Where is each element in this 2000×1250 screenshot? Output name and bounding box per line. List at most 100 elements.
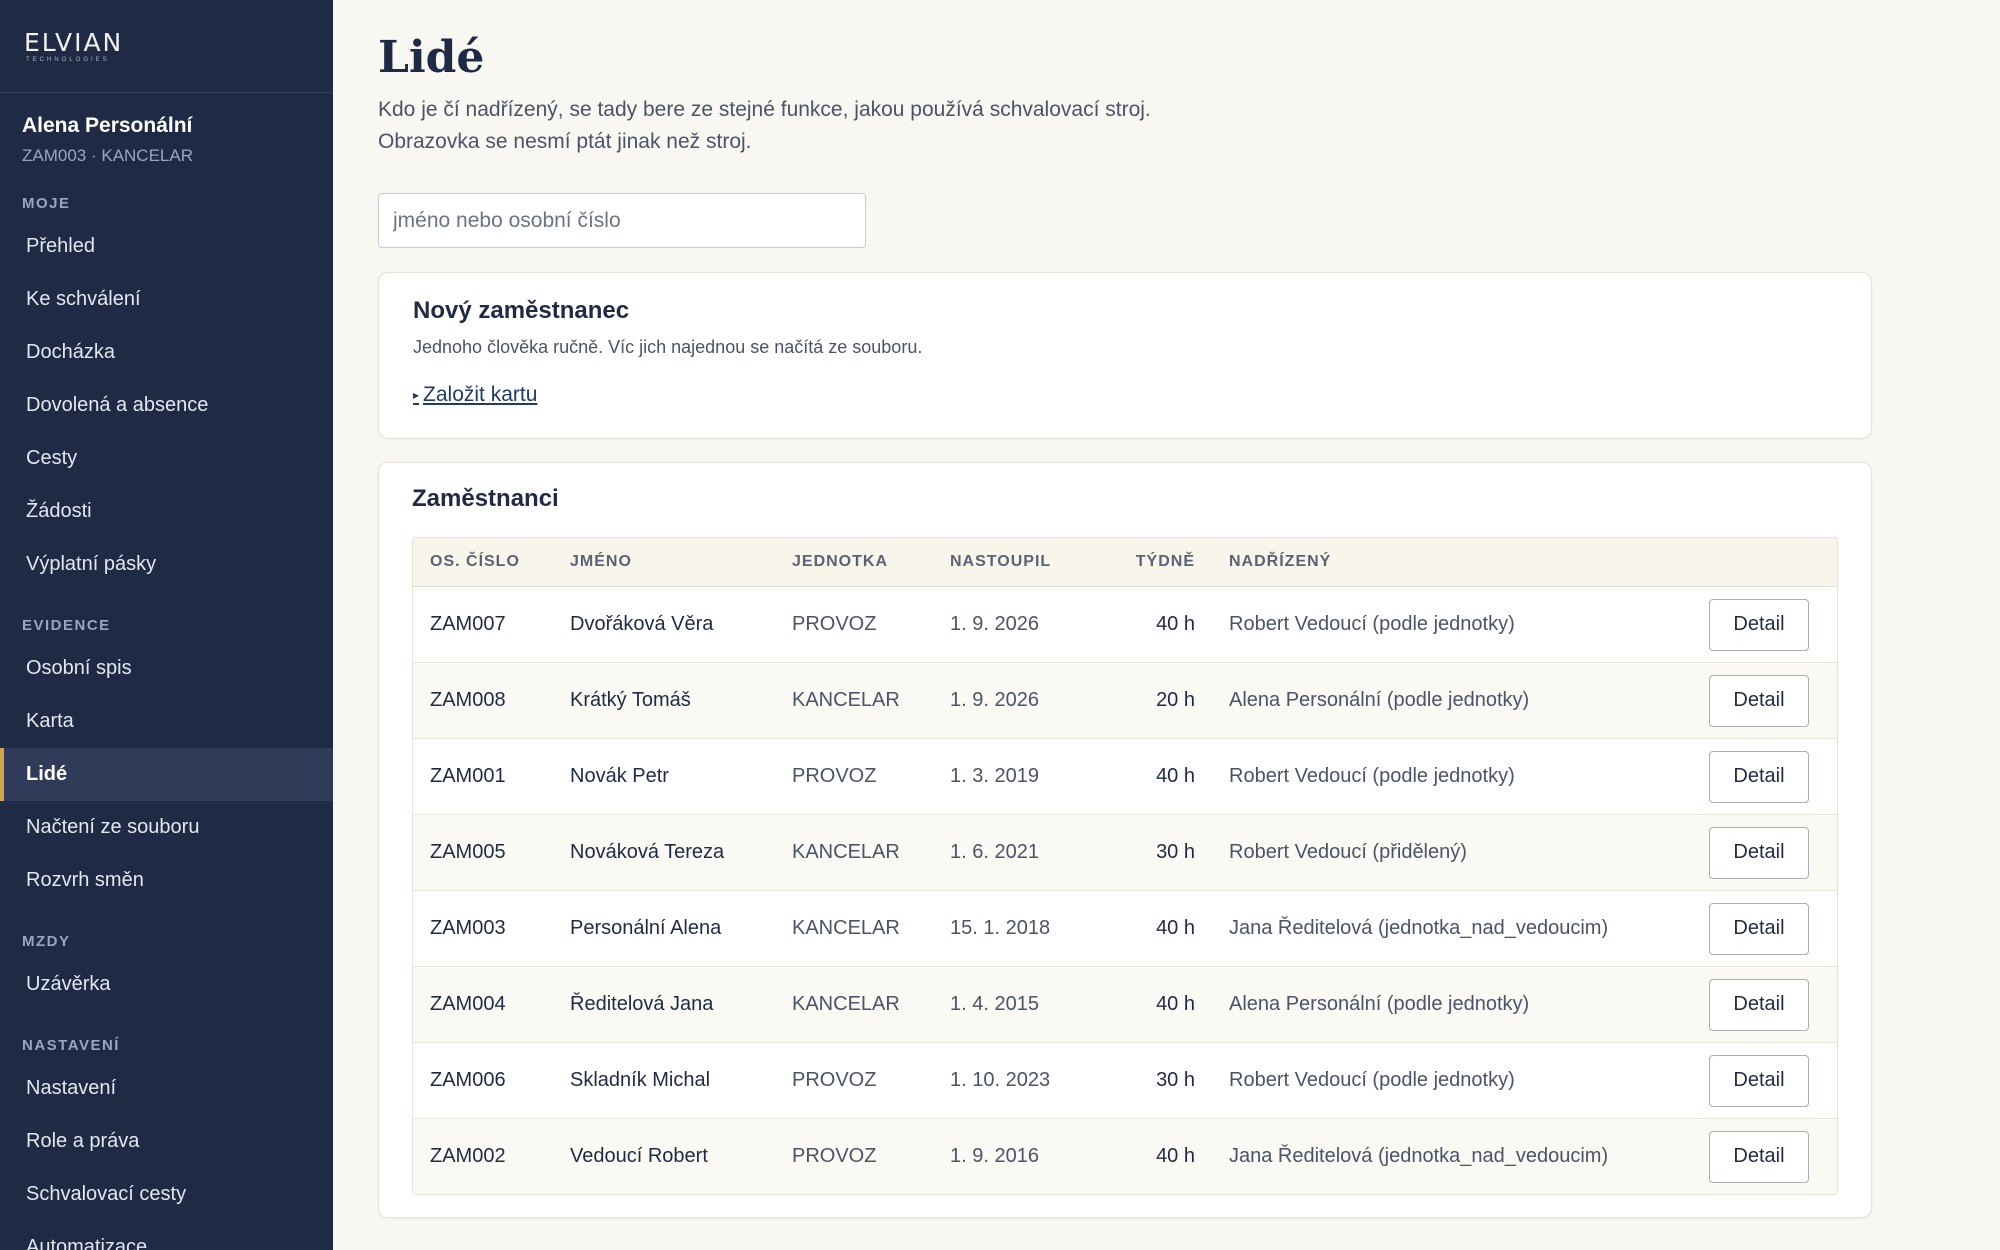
cell-hours: 30 h (1156, 1069, 1195, 1091)
cell-name: Personální Alena (570, 917, 722, 939)
new-employee-subtitle: Jednoho člověka ručně. Víc jich najednou… (413, 337, 923, 357)
table-row: ZAM004 Ředitelová Jana KANCELAR 1. 4. 2015 4… (413, 966, 1837, 1042)
column-header-name: JMÉNO (570, 553, 632, 570)
detail-button[interactable]: Detail (1709, 978, 1809, 1031)
cell-name: Dvořáková Věra (570, 613, 714, 635)
table-row: ZAM007 Dvořáková Věra PROVOZ 1. 9. 2026 40 h… (413, 587, 1837, 662)
cell-supervisor: Alena Personální (podle jednotky) (1229, 993, 1530, 1015)
disclosure-triangle-icon: ▸ (413, 388, 420, 402)
detail-button[interactable]: Detail (1709, 674, 1809, 727)
cell-start: 1. 4. 2015 (950, 993, 1039, 1015)
create-card-link-label: Založit kartu (423, 383, 538, 406)
sidebar-item[interactable]: Žádosti (0, 485, 333, 538)
cell-action: Detail (1709, 826, 1837, 879)
cell-action: Detail (1709, 1054, 1837, 1107)
page-description-line-1: Kdo je čí nadřízený, se tady bere ze ste… (378, 98, 1151, 121)
column-header-supervisor: NADŘÍZENÝ (1229, 553, 1332, 570)
detail-button[interactable]: Detail (1709, 598, 1809, 651)
sidebar-item[interactable]: Automatizace (0, 1221, 333, 1250)
sidebar-item[interactable]: Uzávěrka (0, 958, 333, 1011)
current-user: Alena Personální ZAM003 · KANCELAR (0, 93, 333, 169)
table-row: ZAM005 Nováková Tereza KANCELAR 1. 6. 2021 3… (413, 814, 1837, 890)
sidebar-item[interactable]: Osobní spis (0, 642, 333, 695)
employees-table: OS. ČÍSLO JMÉNO JEDNOTKA NASTOUPIL TÝDNĚ… (412, 537, 1838, 1195)
detail-button[interactable]: Detail (1709, 750, 1809, 803)
cell-start: 1. 9. 2016 (950, 1145, 1039, 1167)
sidebar-item[interactable]: Přehled (0, 220, 333, 273)
cell-hours: 40 h (1156, 765, 1195, 787)
cell-name: Novák Petr (570, 765, 669, 787)
sidebar-item[interactable]: Výplatní pásky (0, 538, 333, 591)
cell-id: ZAM003 (430, 917, 506, 939)
cell-supervisor: Robert Vedoucí (přidělený) (1229, 841, 1467, 863)
cell-start: 1. 9. 2026 (950, 613, 1039, 635)
cell-start: 1. 10. 2023 (950, 1069, 1051, 1091)
sidebar-item[interactable]: Dovolená a absence (0, 379, 333, 432)
cell-supervisor: Robert Vedoucí (podle jednotky) (1229, 613, 1515, 635)
nav-section-label: MOJE (22, 195, 71, 212)
table-row: ZAM003 Personální Alena KANCELAR 15. 1. 201… (413, 890, 1837, 966)
cell-unit: PROVOZ (792, 1069, 877, 1091)
sidebar-nav: MOJE Přehled Ke schválení Docházka Dovolená … (0, 195, 333, 1250)
sidebar-item[interactable]: Nastavení (0, 1062, 333, 1115)
table-row: ZAM001 Novák Petr PROVOZ 1. 3. 2019 40 h Robe… (413, 738, 1837, 814)
table-header: OS. ČÍSLO JMÉNO JEDNOTKA NASTOUPIL TÝDNĚ… (413, 538, 1837, 587)
cell-unit: PROVOZ (792, 613, 877, 635)
cell-id: ZAM002 (430, 1145, 506, 1167)
cell-supervisor: Jana Ředitelová (jednotka_nad_vedoucim) (1229, 1145, 1609, 1167)
page-title: Lidé (378, 32, 485, 83)
cell-supervisor: Robert Vedoucí (podle jednotky) (1229, 765, 1515, 787)
logo-text: ELVIAN (24, 27, 124, 57)
cell-hours: 40 h (1156, 917, 1195, 939)
user-id-unit: ZAM003 · KANCELAR (22, 146, 193, 165)
table-row: ZAM008 Krátký Tomáš KANCELAR 1. 9. 2026 20 h… (413, 662, 1837, 738)
main-content: Lidé Kdo je čí nadřízený, se tady bere z… (378, 0, 1878, 1218)
cell-name: Krátký Tomáš (570, 689, 691, 711)
cell-action: Detail (1709, 978, 1837, 1031)
cell-unit: PROVOZ (792, 1145, 877, 1167)
table-row: ZAM006 Skladník Michal PROVOZ 1. 10. 2023 30… (413, 1042, 1837, 1118)
sidebar-item[interactable]: Karta (0, 695, 333, 748)
sidebar-item[interactable]: Rozvrh směn (0, 854, 333, 907)
nav-section-label: NASTAVENÍ (22, 1037, 120, 1054)
cell-hours: 20 h (1156, 689, 1195, 711)
cell-id: ZAM004 (430, 993, 506, 1015)
detail-button[interactable]: Detail (1709, 1054, 1809, 1107)
page-description-line-2: Obrazovka se nesmí ptát jinak než stroj. (378, 130, 752, 153)
nav-section-label: MZDY (22, 933, 71, 950)
cell-name: Nováková Tereza (570, 841, 725, 863)
nav-section-label: EVIDENCE (22, 617, 111, 634)
cell-supervisor: Alena Personální (podle jednotky) (1229, 689, 1530, 711)
column-header-id: OS. ČÍSLO (430, 553, 520, 570)
cell-supervisor: Jana Ředitelová (jednotka_nad_vedoucim) (1229, 917, 1609, 939)
cell-id: ZAM006 (430, 1069, 506, 1091)
cell-unit: KANCELAR (792, 917, 900, 939)
cell-start: 15. 1. 2018 (950, 917, 1051, 939)
sidebar-item[interactable]: Ke schválení (0, 273, 333, 326)
sidebar-item[interactable]: Docházka (0, 326, 333, 379)
column-header-unit: JEDNOTKA (792, 553, 889, 570)
sidebar-item[interactable]: Role a práva (0, 1115, 333, 1168)
sidebar-item[interactable]: Lidé (0, 748, 333, 801)
cell-action: Detail (1709, 674, 1837, 727)
cell-hours: 40 h (1156, 1145, 1195, 1167)
cell-name: Ředitelová Jana (570, 993, 714, 1015)
sidebar-item[interactable]: Schvalovací cesty (0, 1168, 333, 1221)
detail-button[interactable]: Detail (1709, 1130, 1809, 1183)
logo-subtitle: TECHNOLOGIES (26, 56, 110, 63)
detail-button[interactable]: Detail (1709, 826, 1809, 879)
cell-action: Detail (1709, 750, 1837, 803)
user-name: Alena Personální (22, 114, 193, 137)
column-header-hours: TÝDNĚ (1135, 553, 1195, 570)
cell-hours: 30 h (1156, 841, 1195, 863)
search-input[interactable] (378, 193, 866, 248)
cell-name: Vedoucí Robert (570, 1145, 708, 1167)
sidebar: ELVIAN TECHNOLOGIES Alena Personální ZAM… (0, 0, 333, 1250)
sidebar-item[interactable]: Načtení ze souboru (0, 801, 333, 854)
cell-id: ZAM005 (430, 841, 506, 863)
cell-hours: 40 h (1156, 613, 1195, 635)
create-card-link[interactable]: ▸ Založit kartu (413, 383, 537, 407)
brand-logo[interactable]: ELVIAN TECHNOLOGIES (0, 0, 333, 93)
sidebar-item[interactable]: Cesty (0, 432, 333, 485)
detail-button[interactable]: Detail (1709, 902, 1809, 955)
